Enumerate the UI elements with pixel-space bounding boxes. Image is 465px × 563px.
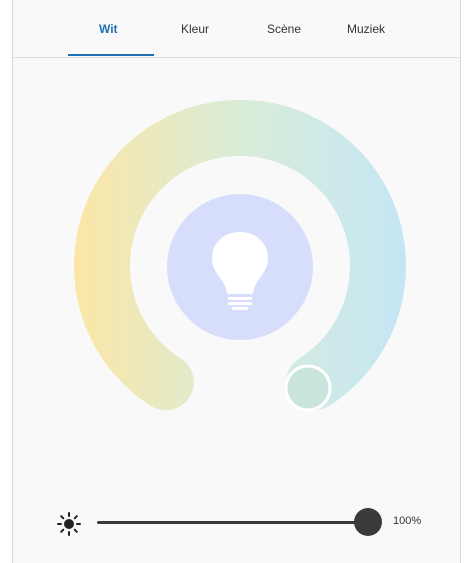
temperature-selector-handle[interactable]	[284, 364, 332, 412]
brightness-value: 100%	[393, 515, 422, 527]
brightness-slider-thumb[interactable]	[354, 508, 382, 536]
color-temperature-dial[interactable]	[13, 0, 462, 563]
app-frame: Wit Kleur Scène Muziek 100%	[12, 0, 461, 563]
sun-icon	[57, 512, 81, 536]
brightness-slider-track[interactable]	[97, 521, 369, 524]
